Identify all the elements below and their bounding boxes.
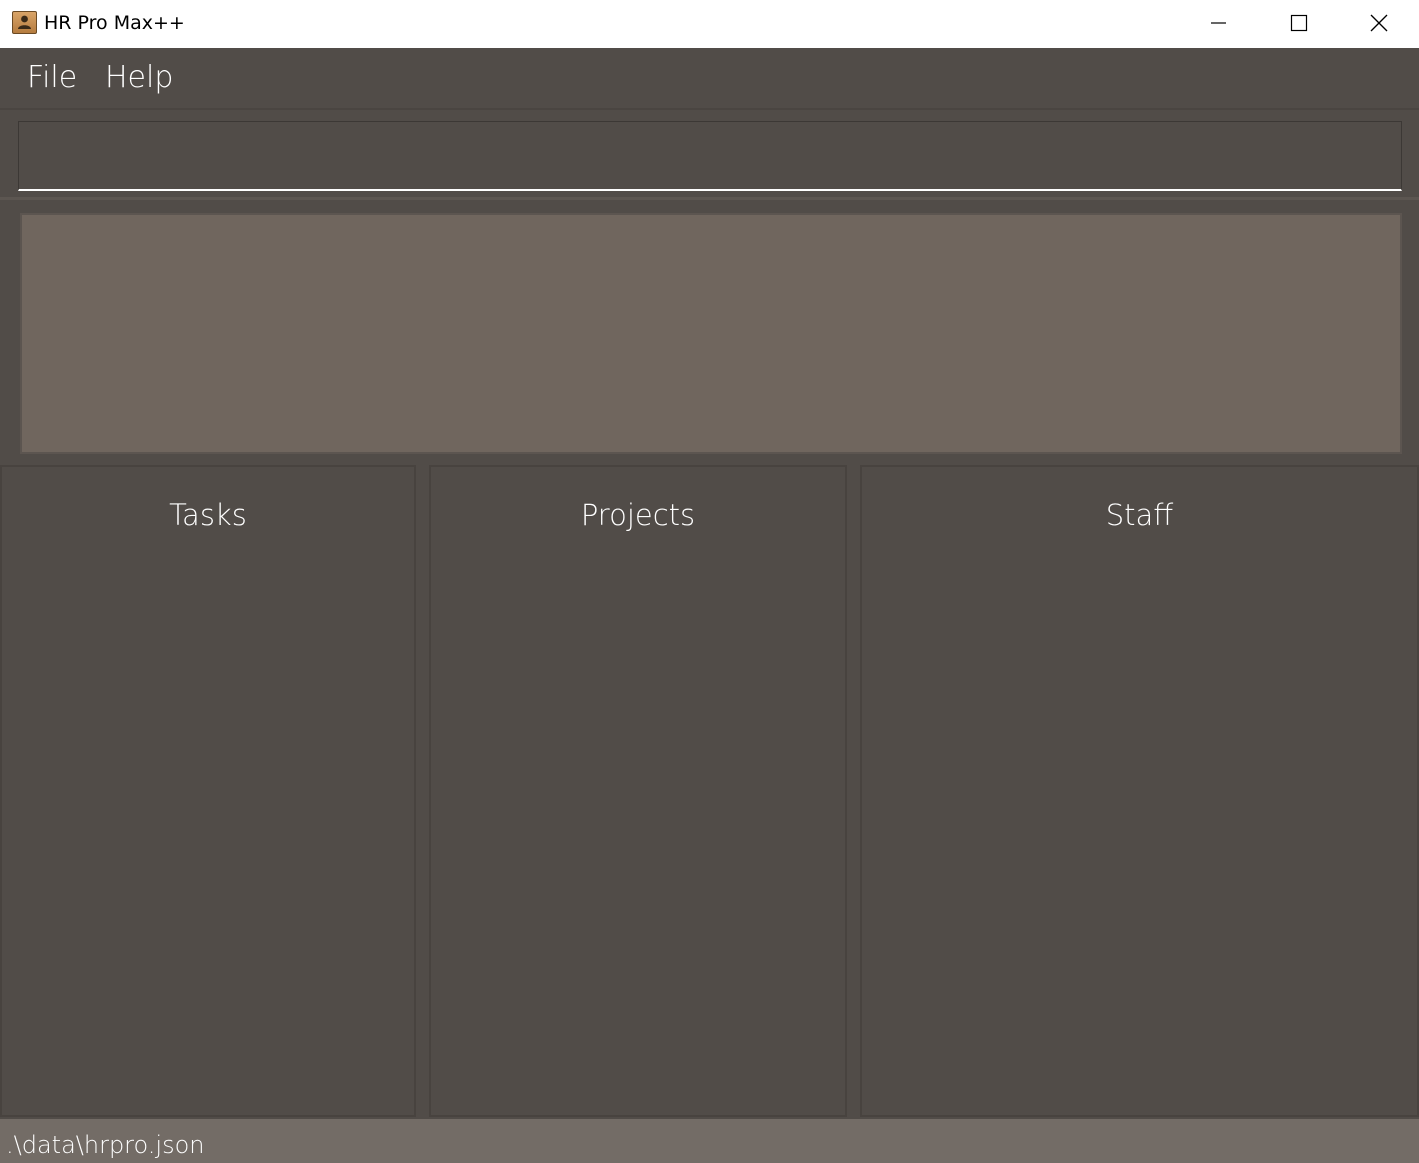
tasks-list-panel: Tasks	[0, 465, 416, 1117]
projects-list-panel: Projects	[429, 465, 847, 1117]
result-display-panel	[0, 203, 1419, 463]
window-title: HR Pro Max++	[44, 12, 185, 34]
close-button[interactable]	[1339, 0, 1419, 46]
contact-book-icon	[12, 11, 37, 34]
maximize-icon	[1290, 14, 1308, 32]
command-box-panel	[0, 112, 1419, 200]
menu-bar: File Help	[0, 48, 1419, 110]
projects-list[interactable]	[431, 547, 845, 1115]
save-file-path: .\data\hrpro.json	[6, 1131, 205, 1159]
minimize-button[interactable]	[1179, 0, 1259, 46]
maximize-button[interactable]	[1259, 0, 1339, 46]
tasks-list[interactable]	[2, 547, 414, 1115]
command-input[interactable]	[18, 121, 1402, 191]
menu-help[interactable]: Help	[105, 60, 173, 96]
projects-list-title: Projects	[580, 498, 696, 532]
status-bar: .\data\hrpro.json	[0, 1119, 1419, 1163]
result-display[interactable]	[20, 213, 1402, 454]
tasks-list-title: Tasks	[169, 498, 247, 532]
staff-list-panel: Staff	[860, 465, 1419, 1117]
minimize-icon	[1211, 22, 1226, 24]
menu-file[interactable]: File	[27, 60, 77, 96]
staff-list-title: Staff	[1105, 498, 1174, 532]
close-icon	[1370, 14, 1388, 32]
window-titlebar[interactable]: HR Pro Max++	[0, 0, 1419, 48]
staff-list[interactable]	[862, 547, 1417, 1115]
